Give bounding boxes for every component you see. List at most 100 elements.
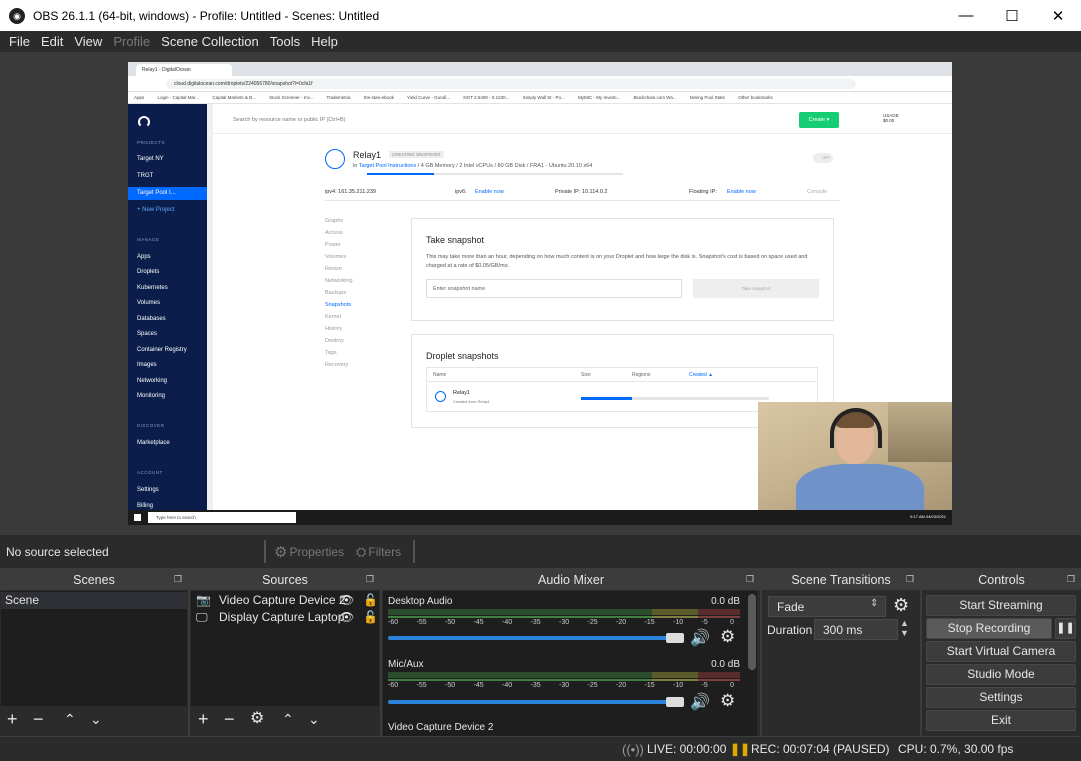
menu-bar: File Edit View Profile Scene Collection … xyxy=(0,31,1081,52)
channel-db: 0.0 dB xyxy=(711,659,740,670)
project-item: TRGT xyxy=(137,173,154,179)
properties-button[interactable]: ⚙ Properties xyxy=(274,541,344,563)
manage-item: Monitoring xyxy=(137,393,166,399)
channel-gear-icon[interactable]: ⚙ xyxy=(720,627,735,647)
manage-item: Spaces xyxy=(137,331,158,337)
col-name: Name xyxy=(433,372,447,378)
filters-label: Filters xyxy=(368,545,402,559)
bookmark: Apps xyxy=(134,95,145,100)
menu-scene-collection[interactable]: Scene Collection xyxy=(161,34,259,49)
snapshot-progress-fill xyxy=(581,397,632,400)
move-up-button[interactable]: ⌃ xyxy=(282,709,294,729)
dock-title: Scenes xyxy=(0,570,188,590)
lock-icon[interactable]: 🔓 xyxy=(363,592,378,609)
undock-icon[interactable]: ❐ xyxy=(746,574,754,585)
meter-tick-label: -25 xyxy=(587,619,598,626)
menu-view[interactable]: View xyxy=(74,34,102,49)
manage-item: Droplets xyxy=(137,269,160,275)
studio-mode-button[interactable]: Studio Mode xyxy=(926,664,1076,685)
undock-icon[interactable]: ❐ xyxy=(174,574,182,585)
table-header: Name Size Regions Created ▲ xyxy=(426,367,818,382)
menu-help[interactable]: Help xyxy=(311,34,338,49)
ipv6-label: ipv6: xyxy=(455,189,467,195)
source-properties-gear-icon[interactable]: ⚙ xyxy=(250,709,264,729)
move-up-button[interactable]: ⌃ xyxy=(64,709,76,729)
meter-tick-label: -35 xyxy=(530,682,541,689)
volume-slider[interactable] xyxy=(388,636,678,640)
volume-slider-handle[interactable] xyxy=(666,697,684,707)
meter-tick-label: -30 xyxy=(559,619,570,626)
undock-icon[interactable]: ❐ xyxy=(366,574,374,585)
move-down-button[interactable]: ⌄ xyxy=(308,709,320,729)
section-label: DISCOVER xyxy=(137,423,165,428)
exit-button[interactable]: Exit xyxy=(926,710,1076,731)
eye-icon[interactable]: 👁 xyxy=(339,592,354,609)
menu-edit[interactable]: Edit xyxy=(41,34,63,49)
ipv4: ipv4: 161.35.211.239 xyxy=(325,189,376,195)
bookmark: NGT 2.5400 - 0.1230... xyxy=(463,95,510,100)
minimize-button[interactable]: — xyxy=(943,0,989,31)
droplet-in: in xyxy=(353,163,358,169)
speaker-icon[interactable]: 🔊 xyxy=(690,628,710,648)
duration-label: Duration xyxy=(767,623,813,637)
obs-logo-icon: ◉ xyxy=(9,7,25,24)
divider xyxy=(325,200,840,201)
channel-gear-icon[interactable]: ⚙ xyxy=(720,691,735,711)
volume-slider[interactable] xyxy=(388,700,678,704)
undock-icon[interactable]: ❐ xyxy=(906,574,914,585)
col-size: Size xyxy=(581,372,591,378)
power-toggle: OFF xyxy=(813,153,833,163)
add-scene-button[interactable]: + xyxy=(7,709,18,729)
live-time: LIVE: 00:00:00 xyxy=(647,742,727,756)
preview-area[interactable]: Relay1 - DigitalOcean cloud.digitalocean… xyxy=(0,52,1081,535)
meter-tick-label: -40 xyxy=(502,682,513,689)
nav-item: Recovery xyxy=(325,362,349,368)
stop-recording-button[interactable]: Stop Recording xyxy=(926,618,1052,639)
filters-button[interactable]: ⛭ Filters xyxy=(356,541,401,563)
start-streaming-button[interactable]: Start Streaming xyxy=(926,595,1076,616)
scene-item[interactable]: Scene xyxy=(1,592,187,609)
mixer-scrollbar[interactable] xyxy=(748,594,756,670)
close-button[interactable]: ✕ xyxy=(1035,0,1081,31)
section-label: PROJECTS xyxy=(137,140,166,145)
remove-scene-button[interactable]: − xyxy=(33,709,44,729)
duration-input[interactable]: 300 ms xyxy=(814,619,898,640)
windows-start-icon xyxy=(134,514,141,521)
start-virtual-camera-button[interactable]: Start Virtual Camera xyxy=(926,641,1076,662)
meter-tick-label: -50 xyxy=(445,682,456,689)
source-item[interactable]: 📷 Video Capture Device 2 👁 🔓 xyxy=(191,592,379,609)
webcam-overlay xyxy=(758,402,952,515)
menu-profile[interactable]: Profile xyxy=(113,34,150,49)
source-item[interactable]: 🖵 Display Capture Laptop 👁 🔓 xyxy=(191,609,379,626)
settings-button[interactable]: Settings xyxy=(926,687,1076,708)
preview-canvas[interactable]: Relay1 - DigitalOcean cloud.digitalocean… xyxy=(128,62,952,525)
maximize-button[interactable]: ☐ xyxy=(989,0,1035,31)
speaker-icon[interactable]: 🔊 xyxy=(690,692,710,712)
manage-item: Volumes xyxy=(137,300,161,306)
take-snapshot-button: Take snapshot xyxy=(693,279,819,298)
sources-list: 📷 Video Capture Device 2 👁 🔓 🖵 Display C… xyxy=(191,591,379,706)
remove-source-button[interactable]: − xyxy=(224,709,235,729)
volume-slider-handle[interactable] xyxy=(666,633,684,643)
meter-tick-label: -40 xyxy=(502,619,513,626)
transition-gear-icon[interactable]: ⚙ xyxy=(893,595,909,616)
divider xyxy=(264,540,266,563)
add-source-button[interactable]: + xyxy=(198,709,209,729)
eye-icon[interactable]: 👁 xyxy=(339,609,354,626)
meter-tick-label: -10 xyxy=(673,682,684,689)
menu-tools[interactable]: Tools xyxy=(270,34,300,49)
undock-icon[interactable]: ❐ xyxy=(1067,574,1075,585)
filter-icon: ⛭ xyxy=(356,544,367,559)
lock-icon[interactable]: 🔓 xyxy=(363,609,378,626)
manage-item: Kubernetes xyxy=(137,285,168,291)
bookmark: Yield Curve - Gurufi... xyxy=(407,95,451,100)
dock-title: Audio Mixer xyxy=(382,570,760,590)
meter-tick-label: -45 xyxy=(473,682,484,689)
transition-select[interactable]: Fade xyxy=(768,596,886,617)
scenes-list: Scene xyxy=(1,591,187,706)
move-down-button[interactable]: ⌄ xyxy=(90,709,102,729)
duration-stepper-icon[interactable]: ▲ ▼ xyxy=(900,618,909,638)
level-meter xyxy=(388,616,740,618)
pause-recording-button[interactable]: ❚❚ xyxy=(1055,618,1076,639)
menu-file[interactable]: File xyxy=(9,34,30,49)
